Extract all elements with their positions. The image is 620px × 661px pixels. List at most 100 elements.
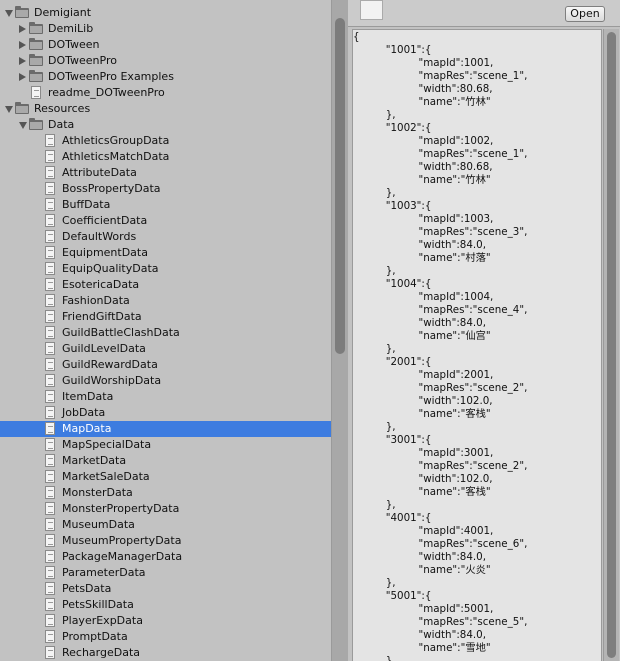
expand-down-icon[interactable] xyxy=(5,106,13,113)
tree-file-item[interactable]: MuseumData xyxy=(0,517,331,533)
tree-file-item[interactable]: PlayerExpData xyxy=(0,613,331,629)
tree-file-item[interactable]: ParameterData xyxy=(0,565,331,581)
expand-down-icon[interactable] xyxy=(5,10,13,17)
tree-file-item[interactable]: ItemData xyxy=(0,389,331,405)
tree-file-item[interactable]: RechargeData xyxy=(0,645,331,661)
tree-file-item[interactable]: MapData xyxy=(0,421,331,437)
text-file-icon xyxy=(45,134,55,147)
tree-item-label: AthleticsMatchData xyxy=(62,150,170,163)
text-file-icon xyxy=(45,422,55,435)
tree-file-item[interactable]: GuildBattleClashData xyxy=(0,325,331,341)
preview-scrollbar[interactable] xyxy=(603,29,619,661)
text-file-icon xyxy=(45,614,55,627)
tree-file-item[interactable]: GuildLevelData xyxy=(0,341,331,357)
folder-icon xyxy=(29,70,43,82)
tree-file-item[interactable]: EquipmentData xyxy=(0,245,331,261)
text-file-icon xyxy=(45,470,55,483)
tree-file-item[interactable]: MapSpecialData xyxy=(0,437,331,453)
tree-file-item[interactable]: MarketData xyxy=(0,453,331,469)
tree-item-label: EsotericaData xyxy=(62,278,140,291)
text-file-icon xyxy=(45,326,55,339)
expand-down-icon[interactable] xyxy=(19,122,27,129)
tree-file-item[interactable]: PackageManagerData xyxy=(0,549,331,565)
tree-file-item[interactable]: EquipQualityData xyxy=(0,261,331,277)
tree-folder-item[interactable]: Demigiant xyxy=(0,5,331,21)
text-file-icon xyxy=(45,438,55,451)
open-button[interactable]: Open xyxy=(565,6,605,22)
tree-file-item[interactable]: FriendGiftData xyxy=(0,309,331,325)
tree-file-item[interactable]: BuffData xyxy=(0,197,331,213)
tree-file-item[interactable]: AthleticsGroupData xyxy=(0,133,331,149)
folder-icon xyxy=(15,102,29,114)
tree-file-item[interactable]: MuseumPropertyData xyxy=(0,533,331,549)
text-file-icon xyxy=(45,406,55,419)
tree-item-label: PetsData xyxy=(62,582,112,595)
tree-file-item[interactable]: CoefficientData xyxy=(0,213,331,229)
project-scrollbar-thumb[interactable] xyxy=(335,18,345,354)
tree-item-label: ItemData xyxy=(62,390,114,403)
preview-scrollbar-thumb[interactable] xyxy=(607,32,616,658)
text-file-icon xyxy=(45,214,55,227)
tree-file-item[interactable]: readme_DOTweenPro xyxy=(0,85,331,101)
tree-item-label: MarketSaleData xyxy=(62,470,150,483)
tree-file-item[interactable]: BossPropertyData xyxy=(0,181,331,197)
tree-item-label: CoefficientData xyxy=(62,214,148,227)
tree-file-item[interactable]: MarketSaleData xyxy=(0,469,331,485)
tree-item-label: EquipmentData xyxy=(62,246,148,259)
tree-folder-item[interactable]: DOTweenPro xyxy=(0,53,331,69)
text-file-icon xyxy=(45,518,55,531)
text-file-icon xyxy=(45,630,55,643)
text-file-icon xyxy=(45,278,55,291)
tree-file-item[interactable]: MonsterData xyxy=(0,485,331,501)
tree-item-label: PlayerExpData xyxy=(62,614,143,627)
text-file-icon xyxy=(31,86,41,99)
tree-file-item[interactable]: PetsData xyxy=(0,581,331,597)
tree-file-item[interactable]: GuildWorshipData xyxy=(0,373,331,389)
tree-folder-item[interactable]: Resources xyxy=(0,101,331,117)
tree-item-label: AttributeData xyxy=(62,166,137,179)
expand-right-icon[interactable] xyxy=(19,25,26,33)
tree-item-label: DOTweenPro Examples xyxy=(48,70,174,83)
folder-icon xyxy=(29,22,43,34)
tree-file-item[interactable]: JobData xyxy=(0,405,331,421)
text-file-icon xyxy=(45,230,55,243)
tree-folder-item[interactable]: Data xyxy=(0,117,331,133)
folder-icon xyxy=(29,118,43,130)
tree-file-item[interactable]: PromptData xyxy=(0,629,331,645)
text-file-icon xyxy=(45,310,55,323)
folder-icon xyxy=(15,6,29,18)
tree-item-label: DefaultWords xyxy=(62,230,137,243)
tree-folder-item[interactable]: DOTweenPro Examples xyxy=(0,69,331,85)
tree-file-item[interactable]: MonsterPropertyData xyxy=(0,501,331,517)
expand-right-icon[interactable] xyxy=(19,73,26,81)
tree-file-item[interactable]: PetsSkillData xyxy=(0,597,331,613)
text-file-icon xyxy=(45,182,55,195)
tree-item-label: RechargeData xyxy=(62,646,141,659)
expand-right-icon[interactable] xyxy=(19,41,26,49)
tree-folder-item[interactable]: DOTween xyxy=(0,37,331,53)
tree-file-item[interactable]: DefaultWords xyxy=(0,229,331,245)
project-scrollbar[interactable] xyxy=(331,0,348,661)
text-file-icon xyxy=(45,486,55,499)
tree-item-label: FashionData xyxy=(62,294,130,307)
text-file-icon xyxy=(45,150,55,163)
tree-item-label: PromptData xyxy=(62,630,128,643)
expand-right-icon[interactable] xyxy=(19,57,26,65)
tree-file-item[interactable]: AthleticsMatchData xyxy=(0,149,331,165)
tree-item-label: MapSpecialData xyxy=(62,438,152,451)
tree-item-label: JobData xyxy=(62,406,106,419)
tree-file-item[interactable]: FashionData xyxy=(0,293,331,309)
tree-item-label: GuildLevelData xyxy=(62,342,146,355)
tree-item-label: PetsSkillData xyxy=(62,598,134,611)
tree-file-item[interactable]: GuildRewardData xyxy=(0,357,331,373)
tree-item-label: MonsterData xyxy=(62,486,133,499)
tree-file-item[interactable]: AttributeData xyxy=(0,165,331,181)
tree-folder-item[interactable]: DemiLib xyxy=(0,21,331,37)
inspector-header: Open xyxy=(348,0,620,27)
tree-item-label: GuildBattleClashData xyxy=(62,326,180,339)
tree-item-label: MarketData xyxy=(62,454,127,467)
tree-file-item[interactable]: EsotericaData xyxy=(0,277,331,293)
text-file-icon xyxy=(45,262,55,275)
text-file-icon xyxy=(45,246,55,259)
text-file-icon xyxy=(45,166,55,179)
